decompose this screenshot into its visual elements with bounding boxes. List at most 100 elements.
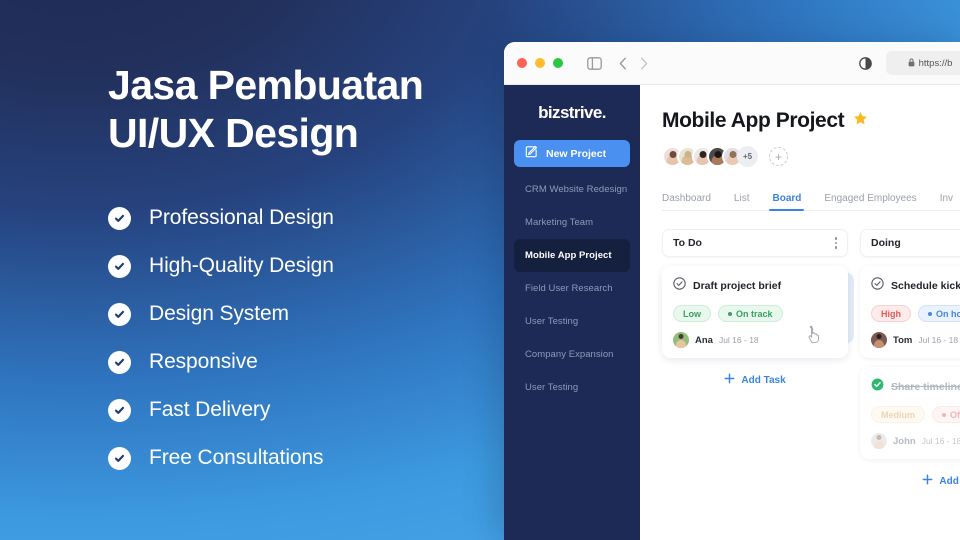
check-circle-outline-icon[interactable] bbox=[673, 277, 686, 295]
sidebar-item-user-testing[interactable]: User Testing bbox=[514, 305, 630, 338]
tab-bar: Dashboard List Board Engaged Employees I… bbox=[662, 185, 960, 211]
status-badge-label: On track bbox=[736, 308, 773, 319]
list-item: Design System bbox=[108, 290, 500, 338]
lock-icon bbox=[908, 54, 915, 72]
task-card[interactable]: Draft project brief Low On track Ana Jul… bbox=[662, 266, 848, 358]
list-item: Free Consultations bbox=[108, 434, 500, 482]
tab-board[interactable]: Board bbox=[769, 193, 805, 211]
task-head: Schedule kickoff bbox=[871, 277, 960, 295]
star-icon[interactable] bbox=[853, 111, 868, 131]
sidebar-toggle-icon[interactable] bbox=[587, 56, 602, 70]
minimize-button[interactable] bbox=[535, 58, 545, 68]
task-title: Draft project brief bbox=[693, 280, 782, 292]
check-circle-icon bbox=[108, 254, 131, 278]
project-title: Mobile App Project bbox=[662, 109, 845, 132]
check-circle-icon bbox=[108, 302, 131, 326]
address-bar[interactable]: https://b bbox=[886, 51, 960, 75]
status-dot bbox=[942, 412, 947, 417]
browser-toolbar: https://b bbox=[504, 42, 960, 85]
sidebar-item-mobile-app-project[interactable]: Mobile App Project bbox=[514, 239, 630, 272]
priority-badge: High bbox=[871, 305, 911, 322]
check-circle-icon bbox=[108, 350, 131, 374]
check-circle-filled-icon[interactable] bbox=[871, 378, 884, 396]
avatar[interactable] bbox=[673, 332, 689, 348]
new-project-label: New Project bbox=[546, 147, 607, 160]
back-button[interactable] bbox=[619, 57, 627, 70]
window-controls[interactable] bbox=[517, 58, 563, 68]
reader-contrast-icon[interactable] bbox=[859, 56, 872, 70]
task-card[interactable]: Schedule kickoff High On hold bbox=[860, 266, 960, 358]
tab-invoices[interactable]: Inv bbox=[940, 193, 953, 210]
task-head: Share timeline wit bbox=[871, 378, 960, 396]
status-dot bbox=[728, 311, 732, 316]
new-project-button[interactable]: New Project bbox=[514, 140, 630, 167]
tab-engaged-employees[interactable]: Engaged Employees bbox=[824, 193, 916, 210]
status-badge-label: Off track bbox=[950, 409, 960, 420]
card-stack: Draft project brief Low On track Ana Jul… bbox=[662, 266, 854, 358]
member-overflow-count[interactable]: +5 bbox=[737, 146, 758, 167]
badge-row: Low On track bbox=[673, 305, 837, 322]
add-member-button[interactable]: + bbox=[769, 147, 788, 166]
task-head: Draft project brief bbox=[673, 277, 837, 295]
main-content: Mobile App Project +5 + Dashboard List B… bbox=[640, 85, 960, 540]
badge-row: Medium Off track bbox=[871, 406, 960, 423]
board-column-doing: Doing Schedule kickoff bbox=[860, 229, 960, 490]
forward-button[interactable] bbox=[640, 57, 648, 70]
browser-window: https://b bizstrive. New Project CRM Web… bbox=[504, 42, 960, 540]
assignee-row: Tom Jul 16 - 18 bbox=[871, 332, 960, 348]
card-stack: Share timeline wit Medium Off track bbox=[860, 367, 960, 459]
brand-logo: bizstrive. bbox=[538, 103, 606, 122]
card-stack: Schedule kickoff High On hold bbox=[860, 266, 960, 358]
avatar[interactable] bbox=[871, 433, 887, 449]
task-date: Jul 16 - 18 bbox=[921, 436, 960, 446]
tab-dashboard[interactable]: Dashboard bbox=[662, 193, 711, 210]
list-item: Responsive bbox=[108, 338, 500, 386]
member-avatar-row: +5 + bbox=[662, 146, 960, 167]
check-circle-icon bbox=[108, 398, 131, 422]
column-header: Doing bbox=[860, 229, 960, 257]
promo-panel: Jasa Pembuatan UI/UX Design Professional… bbox=[0, 0, 500, 540]
priority-badge: Medium bbox=[871, 406, 926, 423]
assignee-name: John bbox=[893, 435, 916, 447]
add-task-label: Add Task bbox=[741, 374, 786, 386]
plus-icon bbox=[922, 472, 933, 490]
project-header: Mobile App Project bbox=[662, 109, 960, 133]
add-task-label: Add Task bbox=[939, 475, 960, 487]
sidebar-item-field-user-research[interactable]: Field User Research bbox=[514, 272, 630, 305]
check-circle-icon bbox=[108, 446, 131, 470]
add-task-button[interactable]: Add Task bbox=[662, 371, 848, 389]
sidebar-item-crm-website-redesign[interactable]: CRM Website Redesign bbox=[514, 173, 630, 206]
status-badge: On hold bbox=[918, 305, 960, 322]
close-button[interactable] bbox=[517, 58, 527, 68]
status-dot bbox=[928, 311, 932, 316]
assignee-row: John Jul 16 - 18 bbox=[871, 433, 960, 449]
sidebar-item-company-expansion[interactable]: Company Expansion bbox=[514, 338, 630, 371]
url-text: https://b bbox=[918, 57, 953, 69]
task-title: Share timeline wit bbox=[891, 381, 960, 393]
promo-composite: Jasa Pembuatan UI/UX Design Professional… bbox=[0, 0, 960, 540]
task-title: Schedule kickoff bbox=[891, 280, 960, 292]
task-card[interactable]: Share timeline wit Medium Off track bbox=[860, 367, 960, 459]
kanban-board: To Do Draft project brief Low On track A… bbox=[662, 229, 960, 490]
list-item: High-Quality Design bbox=[108, 242, 500, 290]
tab-list[interactable]: List bbox=[734, 193, 750, 210]
list-item: Professional Design bbox=[108, 194, 500, 242]
sidebar-item-user-testing-2[interactable]: User Testing bbox=[514, 371, 630, 404]
avatar[interactable] bbox=[871, 332, 887, 348]
edit-pencil-icon bbox=[525, 145, 538, 163]
feature-label: High-Quality Design bbox=[149, 254, 334, 278]
task-date: Jul 16 - 18 bbox=[918, 335, 959, 345]
add-task-button[interactable]: Add Task bbox=[860, 472, 960, 490]
column-menu-icon[interactable] bbox=[834, 237, 837, 249]
board-column-todo: To Do Draft project brief Low On track A… bbox=[662, 229, 854, 490]
sidebar-item-marketing-team[interactable]: Marketing Team bbox=[514, 206, 630, 239]
column-header: To Do bbox=[662, 229, 848, 257]
status-badge: On track bbox=[718, 305, 783, 322]
check-circle-outline-icon[interactable] bbox=[871, 277, 884, 295]
zoom-button[interactable] bbox=[553, 58, 563, 68]
check-circle-icon bbox=[108, 206, 131, 230]
feature-label: Fast Delivery bbox=[149, 398, 271, 422]
status-badge: Off track bbox=[932, 406, 960, 423]
feature-label: Responsive bbox=[149, 350, 258, 374]
assignee-name: Ana bbox=[695, 334, 713, 346]
